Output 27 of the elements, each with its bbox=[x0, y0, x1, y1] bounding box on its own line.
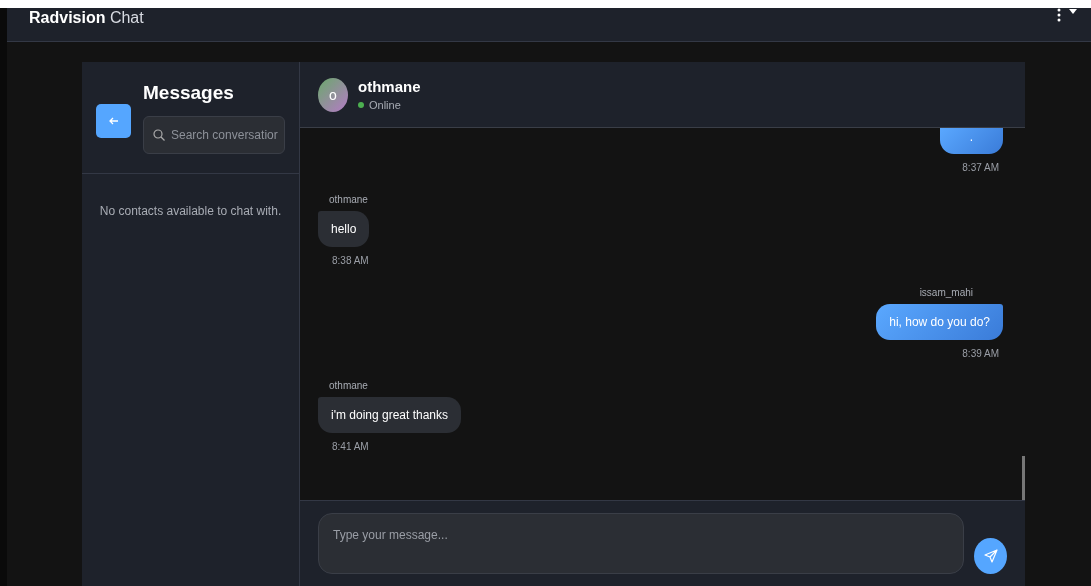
message-bubble: hello bbox=[318, 211, 370, 247]
message-time: 8:38 AM bbox=[332, 255, 369, 266]
sender-name: othmane bbox=[329, 380, 368, 391]
search-icon bbox=[153, 128, 165, 141]
message-input[interactable]: Type your message... bbox=[318, 513, 964, 574]
sidebar-title: Messages bbox=[143, 81, 235, 104]
message-bubble: . bbox=[939, 128, 1003, 154]
message-bubble: i'm doing great thanks bbox=[318, 397, 462, 433]
message-bubble: hi, how do you do? bbox=[876, 304, 1003, 340]
send-icon bbox=[983, 548, 998, 563]
app-title: Radvision Chat bbox=[29, 9, 144, 27]
back-arrow-icon bbox=[108, 116, 119, 125]
sender-name: issam_mahi bbox=[919, 287, 973, 298]
message-time: 8:37 AM bbox=[962, 162, 999, 173]
search-field[interactable]: Search conversatior bbox=[143, 115, 285, 154]
back-button[interactable] bbox=[96, 103, 131, 138]
scrollbar[interactable] bbox=[1022, 456, 1025, 500]
status-text: Online bbox=[369, 99, 401, 111]
avatar: o bbox=[318, 77, 348, 112]
contact-name: othmane bbox=[358, 78, 421, 95]
message-time: 8:39 AM bbox=[962, 348, 999, 359]
more-icon[interactable] bbox=[1057, 8, 1061, 22]
empty-message: No contacts available to chat with. bbox=[99, 204, 282, 218]
send-button[interactable] bbox=[974, 537, 1007, 574]
sender-name: othmane bbox=[329, 194, 368, 205]
message-time: 8:41 AM bbox=[332, 441, 369, 452]
caret-icon[interactable] bbox=[1069, 8, 1077, 14]
